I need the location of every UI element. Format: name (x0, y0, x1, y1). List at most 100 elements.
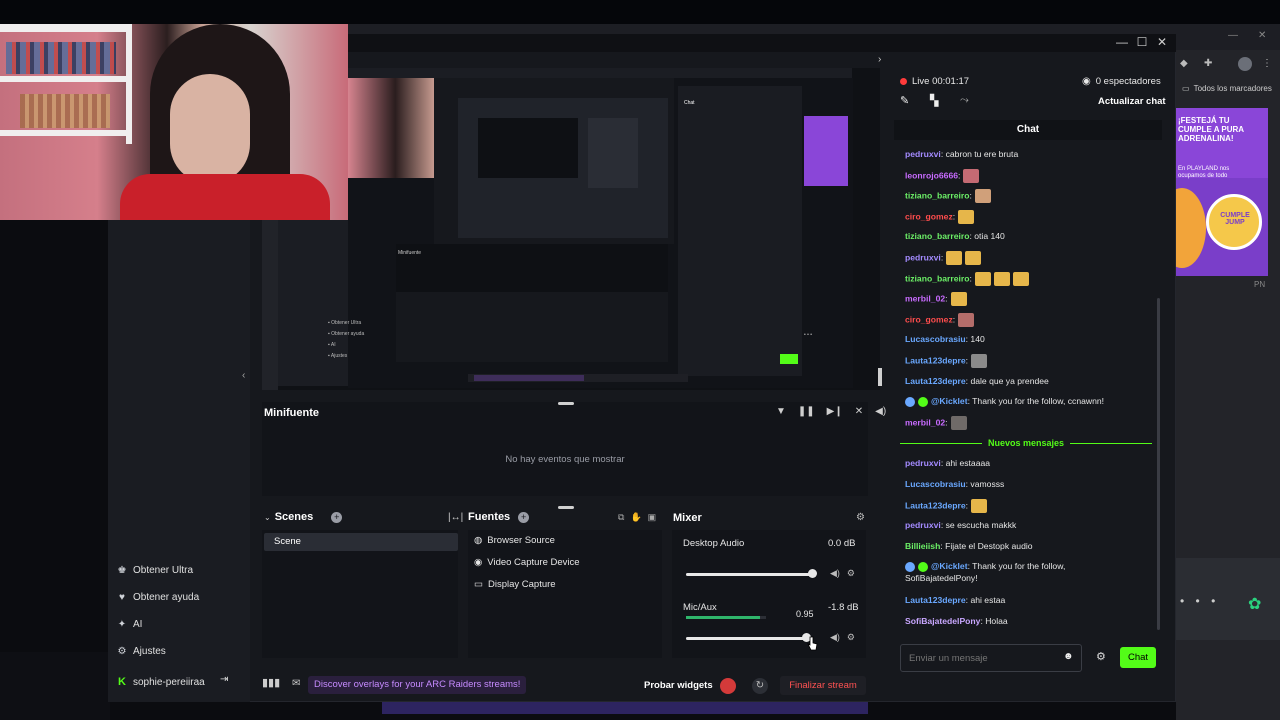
chat-username[interactable]: Lauta123depre (905, 355, 966, 365)
browser-close-icon[interactable]: ✕ (1258, 30, 1266, 41)
logout-icon[interactable]: ⇥ (220, 674, 228, 685)
chat-username[interactable]: Lauta123depre (905, 376, 966, 386)
chat-text: : (965, 499, 969, 510)
emote-image (950, 292, 967, 307)
mute-alerts-icon[interactable]: ✕ (855, 406, 863, 417)
chat-username[interactable]: Lauta123depre (905, 595, 966, 605)
maximize-icon[interactable]: ☐ (1132, 34, 1152, 50)
refresh-chat-button[interactable]: Actualizar chat (1098, 96, 1166, 107)
mic-aux-slider[interactable] (686, 630, 816, 646)
emote-image (971, 498, 988, 513)
puzzle-icon[interactable]: ✚ (1204, 58, 1216, 70)
end-stream-button[interactable]: Finalizar stream (780, 676, 866, 695)
chat-text: : otia 140 (969, 231, 1005, 242)
more-options-icon[interactable]: ⋮ (1262, 58, 1272, 70)
panel-resize-handle-2[interactable] (558, 506, 574, 509)
source-item-camera[interactable]: ◉ Video Capture Device (474, 557, 580, 568)
volume-icon[interactable]: ◀) (875, 406, 886, 417)
gear-icon[interactable]: ⚙ (847, 632, 855, 643)
bookmarks-bar[interactable]: ▭ Todos los marcadores (1182, 84, 1280, 96)
chat-username[interactable]: @Kicklet (931, 396, 968, 406)
emoji-icon[interactable]: ☻ (1063, 651, 1074, 662)
chat-settings-icon[interactable]: ⚙ (1096, 650, 1106, 663)
chat-message: Lauta123depre: ahi estaa (905, 594, 1005, 606)
chat-message: @Kicklet: Thank you for the follow, ccna… (905, 395, 1104, 407)
panel-resize-handle[interactable] (558, 402, 574, 405)
folder-icon[interactable]: ▣ (648, 512, 657, 523)
chat-username[interactable]: ciro_gomez (905, 211, 953, 221)
chat-username[interactable]: merbil_02 (905, 293, 945, 303)
chat-input-box[interactable]: ☻ (900, 644, 1082, 672)
chat-username[interactable]: tiziano_barreiro (905, 190, 969, 200)
collapse-left-icon[interactable]: ‹ (242, 370, 245, 381)
edit-icon[interactable]: ✎ (900, 94, 909, 107)
captured-banner-strip (382, 702, 868, 714)
profile-avatar[interactable] (1238, 57, 1252, 71)
sidebar-item-ai[interactable]: ✦ AI (116, 614, 143, 634)
emote-image (971, 354, 988, 368)
discover-overlays-banner[interactable]: Discover overlays for your ARC Raiders s… (308, 676, 527, 694)
chat-username[interactable]: merbil_02 (905, 417, 945, 427)
hand-icon[interactable]: ✋ (630, 512, 641, 523)
share-icon[interactable]: ⤳ (960, 94, 969, 107)
copy-icon[interactable]: ⧉ (618, 512, 624, 523)
add-scene-icon[interactable]: + (331, 511, 343, 523)
chat-username[interactable]: tiziano_barreiro (905, 231, 969, 241)
volume-icon[interactable]: ◀) (830, 632, 840, 643)
mixer-settings-icon[interactable]: ⚙ (856, 512, 865, 523)
megaphone-icon[interactable]: ✉ (292, 678, 300, 689)
chat-username[interactable]: leonrojo6666 (905, 170, 958, 180)
sidebar-item-ajustes[interactable]: ⚙ Ajustes (116, 641, 166, 661)
collapse-right-icon[interactable]: › (878, 54, 881, 65)
chat-username[interactable]: pedruxvi (905, 149, 941, 159)
stats-icon[interactable]: ▮▮▮ (262, 676, 280, 689)
clip-icon[interactable]: ▚ (930, 94, 938, 107)
close-icon[interactable]: ✕ (1152, 34, 1172, 50)
chat-username[interactable]: pedruxvi (905, 252, 941, 262)
sidebar-item-obtener-ayuda[interactable]: ♥ Obtener ayuda (116, 587, 199, 607)
browser-minimize-icon[interactable]: — (1228, 30, 1238, 41)
chat-username[interactable]: Lucascobrasiu (905, 479, 966, 489)
chat-username[interactable]: Lauta123depre (905, 500, 966, 510)
emote-image (958, 312, 975, 327)
sources-toolbar: ⧉ ✋ ▣ (618, 512, 656, 523)
chat-username[interactable]: Billieiish (905, 541, 940, 551)
chat-username[interactable]: pedruxvi (905, 458, 941, 468)
source-item-display[interactable]: ▭ Display Capture (474, 579, 556, 590)
preview-scrollbar[interactable] (878, 368, 882, 386)
record-button[interactable] (720, 678, 736, 694)
new-messages-label: Nuevos mensajes (987, 438, 1065, 449)
chat-username[interactable]: ciro_gomez (905, 314, 953, 324)
promo-banner[interactable]: ¡FESTEJÁ TU CUMPLE A PURA ADRENALINA! En… (1176, 108, 1268, 276)
extension-icon[interactable]: ◆ (1180, 58, 1192, 70)
chat-send-button[interactable]: Chat (1120, 647, 1156, 668)
scene-transition-icon[interactable]: |↔| (448, 512, 463, 523)
chat-username[interactable]: @Kicklet (931, 561, 968, 571)
chat-scrollbar[interactable] (1157, 298, 1160, 630)
skip-icon[interactable]: ▶❙ (827, 406, 843, 417)
chat-username[interactable]: tiziano_barreiro (905, 273, 969, 283)
mini-dots: • • • (804, 332, 813, 338)
chevron-down-icon[interactable]: ⌄ (264, 513, 271, 522)
volume-icon[interactable]: ◀) (830, 568, 840, 579)
chat-username[interactable]: pedruxvi (905, 520, 941, 530)
dots-indicator: • • • (1180, 594, 1220, 608)
source-item-browser[interactable]: ◍ Browser Source (474, 535, 555, 546)
scene-item[interactable]: Scene (264, 533, 458, 551)
pause-icon[interactable]: ❚❚ (798, 406, 815, 417)
chat-text: : (958, 169, 961, 180)
verified-icon (918, 562, 928, 573)
chat-username[interactable]: SofiBajatedelPony (905, 616, 980, 626)
sidebar-item-obtener-ultra[interactable]: ♚ Obtener Ultra (116, 560, 194, 580)
user-account[interactable]: K sophie-pereiiraa (116, 672, 236, 692)
replay-icon[interactable]: ↻ (752, 678, 768, 694)
filter-icon[interactable]: ▼ (776, 406, 786, 417)
chat-input[interactable] (909, 651, 1059, 665)
gear-icon[interactable]: ⚙ (847, 568, 855, 579)
chat-username[interactable]: Lucascobrasiu (905, 334, 966, 344)
emote-image (974, 271, 991, 286)
minimize-icon[interactable]: — (1112, 34, 1132, 50)
probar-widgets-button[interactable]: Probar widgets (644, 680, 713, 691)
desktop-audio-slider[interactable] (686, 566, 817, 582)
add-source-icon[interactable]: + (518, 511, 530, 523)
